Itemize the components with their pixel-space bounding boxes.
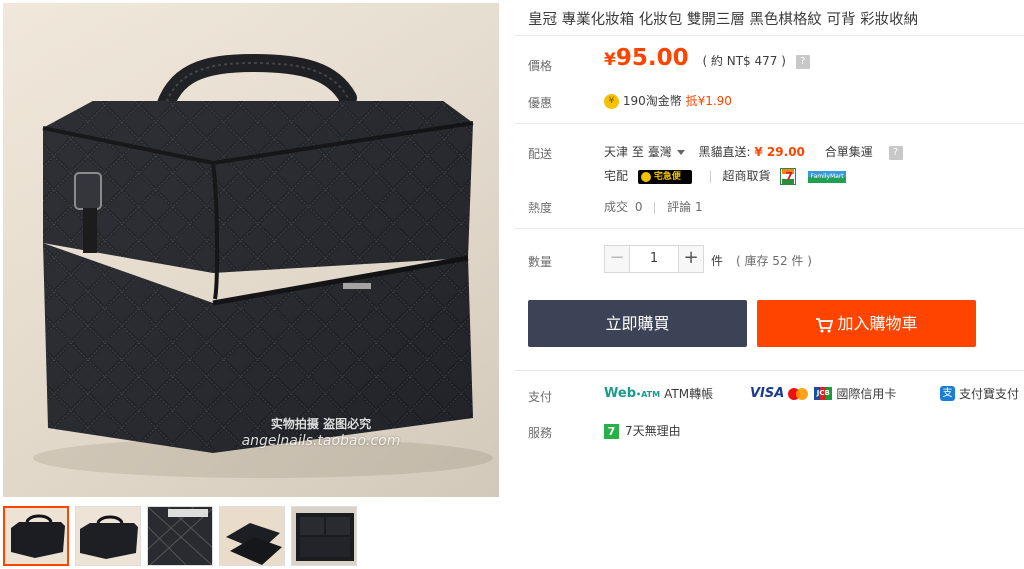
watermark-text: 实物拍摄 盗图必究 bbox=[270, 417, 372, 431]
thumbnail-3[interactable] bbox=[147, 506, 213, 566]
price-help-icon[interactable]: ? bbox=[795, 54, 810, 69]
credit-card-method: VISA JCB 國際信用卡 bbox=[750, 385, 896, 402]
webatm-method: Web•ATM ATM轉帳 bbox=[604, 385, 713, 402]
coin-amount: 190淘金幣 bbox=[622, 94, 682, 108]
deals-label: 成交 bbox=[604, 200, 629, 214]
ship-destination-select[interactable]: 臺灣 bbox=[648, 145, 685, 159]
direct-shipping-label: 黑貓直送: bbox=[698, 145, 751, 159]
divider bbox=[515, 370, 1024, 371]
seven-day-return-label[interactable]: 7天無理由 bbox=[625, 424, 681, 438]
main-product-image[interactable]: 实物拍摄 盗图必究 angelnails.taobao.com bbox=[3, 3, 499, 497]
mastercard-logo-icon bbox=[788, 387, 810, 401]
price-row: ¥95.00 ( 約 NT$ 477 ) ? bbox=[604, 45, 810, 71]
payment-label: 支付 bbox=[528, 390, 553, 404]
deduct-amount: ¥1.90 bbox=[697, 94, 732, 108]
delivery-methods-row: 宅配 宅急便 超商取貨 7 FamilyMart bbox=[604, 167, 847, 185]
seven-eleven-logo-icon: 7 bbox=[780, 168, 797, 185]
divider bbox=[515, 35, 1024, 36]
buy-now-button[interactable]: 立即購買 bbox=[528, 300, 747, 347]
quantity-unit: 件 bbox=[711, 254, 724, 268]
shopping-cart-icon bbox=[816, 317, 834, 332]
thumbnail-5[interactable] bbox=[291, 506, 357, 566]
price-currency: ¥ bbox=[604, 50, 616, 70]
visa-logo-icon: VISA bbox=[750, 386, 785, 401]
black-cat-logo-icon: 宅急便 bbox=[637, 169, 692, 184]
taobao-coin-icon: ¥ bbox=[604, 94, 619, 109]
familymart-logo-icon: FamilyMart bbox=[808, 170, 847, 183]
price-value: 95.00 bbox=[615, 45, 689, 71]
service-label: 服務 bbox=[528, 426, 553, 440]
price-label: 價格 bbox=[528, 59, 553, 73]
thumbnail-1[interactable] bbox=[3, 506, 69, 566]
chevron-down-icon bbox=[676, 150, 685, 155]
ship-to-word: 至 bbox=[631, 145, 644, 159]
product-info-panel: 皇冠 專業化妝箱 化妝包 雙開三層 黑色棋格紋 可背 彩妝收納 價格 ¥95.0… bbox=[515, 0, 1024, 569]
reviews-link[interactable]: 評論 1 bbox=[667, 200, 702, 214]
promo-label: 優惠 bbox=[528, 96, 553, 110]
deduct-tag: 抵 bbox=[685, 94, 698, 108]
divider bbox=[654, 201, 656, 214]
shipping-route-row: 天津 至 臺灣 黑貓直送: ¥ 29.00 合單集運 ? bbox=[604, 143, 903, 160]
ship-destination: 臺灣 bbox=[647, 145, 672, 159]
service-row: 7 7天無理由 bbox=[604, 422, 681, 439]
promo-row: ¥ 190淘金幣 抵¥1.90 bbox=[604, 92, 732, 109]
watermark-url: angelnails.taobao.com bbox=[241, 433, 401, 449]
add-to-cart-button[interactable]: 加入購物車 bbox=[757, 300, 976, 347]
consolidate-link[interactable]: 合單集運 bbox=[825, 145, 873, 159]
thumbnail-2[interactable] bbox=[75, 506, 141, 566]
thumbnail-strip bbox=[3, 506, 357, 569]
webatm-logo-icon: Web•ATM bbox=[604, 386, 661, 401]
divider bbox=[515, 228, 1024, 229]
add-to-cart-label: 加入購物車 bbox=[837, 314, 918, 333]
jcb-logo-icon: JCB bbox=[814, 387, 833, 400]
quantity-input[interactable]: 1 bbox=[630, 245, 678, 273]
shipping-help-icon[interactable]: ? bbox=[888, 145, 903, 160]
shipping-label: 配送 bbox=[528, 147, 553, 161]
atm-transfer-label: ATM轉帳 bbox=[664, 387, 714, 401]
seven-day-return-icon: 7 bbox=[604, 424, 619, 439]
home-delivery-label: 宅配 bbox=[604, 169, 629, 183]
credit-card-label: 國際信用卡 bbox=[836, 387, 897, 401]
deals-value: 0 bbox=[634, 200, 643, 214]
store-pickup-label: 超商取貨 bbox=[722, 169, 771, 183]
quantity-label: 數量 bbox=[528, 255, 553, 269]
quantity-increase-button[interactable]: + bbox=[678, 245, 704, 273]
reviews-label: 評論 bbox=[667, 200, 692, 214]
reviews-value: 1 bbox=[694, 200, 703, 214]
alipay-label: 支付寶支付 bbox=[959, 387, 1020, 401]
direct-shipping-price: ¥ 29.00 bbox=[754, 145, 805, 159]
divider bbox=[515, 123, 1024, 124]
alipay-logo-icon: 支 bbox=[940, 386, 955, 401]
quantity-stepper: − 1 + bbox=[604, 245, 704, 273]
alipay-method: 支 支付寶支付 bbox=[940, 385, 1019, 402]
thumbnail-4[interactable] bbox=[219, 506, 285, 566]
ship-from: 天津 bbox=[604, 145, 629, 159]
payment-methods-row: Web•ATM ATM轉帳 VISA JCB 國際信用卡 支 支付寶支付 bbox=[604, 385, 1024, 403]
product-title: 皇冠 專業化妝箱 化妝包 雙開三層 黑色棋格紋 可背 彩妝收納 bbox=[528, 12, 919, 28]
popularity-label: 熱度 bbox=[528, 201, 553, 215]
stock-count: ( 庫存 52 件 ) bbox=[736, 254, 812, 268]
price-approx-ntd: ( 約 NT$ 477 ) bbox=[702, 54, 786, 68]
divider bbox=[709, 170, 711, 183]
quantity-decrease-button[interactable]: − bbox=[604, 245, 630, 273]
popularity-row: 成交 0 評論 1 bbox=[604, 198, 703, 215]
